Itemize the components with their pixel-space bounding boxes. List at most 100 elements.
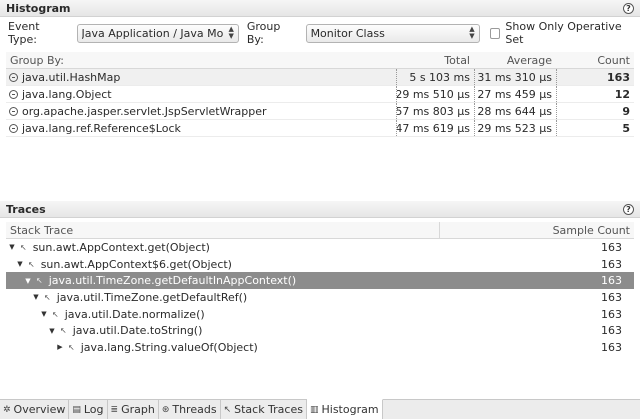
expanded-triangle-icon[interactable]: ▼ xyxy=(40,310,48,318)
graph-icon: ≣ xyxy=(110,404,119,415)
overview-icon: ✲ xyxy=(3,404,11,415)
monitor-class-icon xyxy=(9,89,18,99)
trace-row[interactable]: ▼ ↖ java.util.TimeZone.getDefaultInAppCont… xyxy=(6,272,634,290)
tab-overview[interactable]: ✲ Overview xyxy=(0,400,70,419)
group-by-label: Group By: xyxy=(246,20,281,46)
group-by-value: Monitor Class xyxy=(310,26,385,40)
trace-row[interactable]: ▼ ↖ java.util.Date.normalize() 163 xyxy=(6,306,634,323)
row-name: java.lang.Object xyxy=(22,87,112,101)
row-name: org.apache.jasper.servlet.JspServletWrap… xyxy=(22,104,267,118)
row-group-cell: java.util.HashMap xyxy=(6,69,396,85)
traces-table-header: Stack Trace Sample Count xyxy=(6,222,634,239)
histogram-toolbar: Event Type: Java Application / Java Moni… xyxy=(0,20,640,46)
monitor-class-icon xyxy=(9,106,18,116)
row-count: 163 xyxy=(556,69,634,85)
tab-label: Histogram xyxy=(321,403,379,416)
group-by-select[interactable]: Monitor Class ▲ ▼ xyxy=(305,23,480,43)
tab-threads[interactable]: ⊛ Threads xyxy=(159,400,221,419)
stack-frame-icon: ↖ xyxy=(68,342,75,352)
only-operative-checkbox[interactable] xyxy=(489,27,501,39)
event-type-value: Java Application / Java Monitc xyxy=(81,26,224,40)
trace-frame-name: java.util.Date.toString() xyxy=(72,324,203,338)
table-row[interactable]: java.lang.Object 329 ms 510 µs 27 ms 459 µ… xyxy=(6,86,634,103)
trace-row[interactable]: ▼ ↖ sun.awt.AppContext.get(Object) 163 xyxy=(6,239,634,256)
col-count[interactable]: Count xyxy=(556,52,634,68)
trace-sample-count: 163 xyxy=(601,240,622,254)
stack-frame-icon: ↖ xyxy=(60,326,67,336)
trace-sample-count: 163 xyxy=(601,274,622,288)
row-total: 329 ms 510 µs xyxy=(396,86,474,102)
trace-sample-count: 163 xyxy=(601,257,622,271)
row-total: 147 ms 619 µs xyxy=(396,120,474,136)
col-average[interactable]: Average xyxy=(474,52,556,68)
tab-histogram[interactable]: ▥ Histogram xyxy=(306,399,383,419)
help-icon[interactable]: ? xyxy=(623,3,634,14)
trace-row[interactable]: ▼ ↖ sun.awt.AppContext$6.get(Object) 163 xyxy=(6,256,634,273)
tab-stack-traces[interactable]: ↖ Stack Traces xyxy=(221,400,307,419)
monitor-class-icon xyxy=(9,72,18,82)
tab-log[interactable]: ▤ Log xyxy=(69,400,108,419)
trace-row[interactable]: ▼ ↖ java.util.TimeZone.getDefaultRef() 163 xyxy=(6,289,634,306)
row-count: 5 xyxy=(556,120,634,136)
stack-traces-icon: ↖ xyxy=(223,404,232,415)
row-count: 9 xyxy=(556,103,634,119)
col-total[interactable]: Total xyxy=(396,52,474,68)
tab-graph[interactable]: ≣ Graph xyxy=(108,400,159,419)
row-name: java.lang.ref.Reference$Lock xyxy=(22,121,181,135)
trace-frame-name: java.util.TimeZone.getDefaultRef() xyxy=(56,290,248,304)
select-arrows-icon: ▲ ▼ xyxy=(228,24,234,40)
row-name: java.util.HashMap xyxy=(22,70,121,84)
expanded-triangle-icon[interactable]: ▼ xyxy=(24,277,32,285)
trace-frame-name: sun.awt.AppContext$6.get(Object) xyxy=(40,257,232,271)
expanded-triangle-icon[interactable]: ▼ xyxy=(48,327,56,335)
row-average: 28 ms 644 µs xyxy=(474,103,556,119)
stack-frame-icon: ↖ xyxy=(36,276,43,286)
traces-table: Stack Trace Sample Count ▼ ↖ sun.awt.AppCo… xyxy=(6,222,634,356)
threads-icon: ⊛ xyxy=(161,404,170,415)
tab-label: Threads xyxy=(172,403,217,416)
row-total: 257 ms 803 µs xyxy=(396,103,474,119)
expanded-triangle-icon[interactable]: ▼ xyxy=(32,293,40,301)
table-row[interactable]: java.lang.ref.Reference$Lock 147 ms 619 µ… xyxy=(6,120,634,137)
histogram-title: Histogram xyxy=(6,1,71,15)
tab-label: Stack Traces xyxy=(234,403,303,416)
table-row[interactable]: org.apache.jasper.servlet.JspServletWrap… xyxy=(6,103,634,120)
col-sample-count[interactable]: Sample Count xyxy=(440,222,634,238)
row-average: 31 ms 310 µs xyxy=(474,69,556,85)
row-group-cell: java.lang.Object xyxy=(6,86,396,102)
select-arrows-icon: ▲ ▼ xyxy=(469,24,475,40)
trace-sample-count: 163 xyxy=(601,340,622,354)
histogram-icon: ▥ xyxy=(309,404,319,415)
tab-label: Overview xyxy=(13,403,66,416)
trace-sample-count: 163 xyxy=(601,290,622,304)
row-group-cell: org.apache.jasper.servlet.JspServletWrap… xyxy=(6,103,396,119)
row-total: 5 s 103 ms xyxy=(396,69,474,85)
event-type-label: Event Type: xyxy=(8,20,40,46)
expanded-triangle-icon[interactable]: ▼ xyxy=(16,260,24,268)
col-group-by[interactable]: Group By: xyxy=(6,52,396,68)
editor-tab-bar: ✲ Overview ▤ Log ≣ Graph ⊛ Threads ↖ Stack Traces… xyxy=(0,399,640,419)
expanded-triangle-icon[interactable]: ▼ xyxy=(8,243,16,251)
trace-row[interactable]: ▶ ↖ java.lang.String.valueOf(Object) 163 xyxy=(6,339,634,356)
histogram-header: Histogram ? xyxy=(0,0,640,17)
traces-title: Traces xyxy=(6,202,46,216)
traces-header: Traces ? xyxy=(0,201,640,218)
stack-frame-icon: ↖ xyxy=(28,259,35,269)
row-average: 29 ms 523 µs xyxy=(474,120,556,136)
trace-frame-name: java.lang.String.valueOf(Object) xyxy=(80,340,258,354)
trace-sample-count: 163 xyxy=(601,324,622,338)
event-type-select[interactable]: Java Application / Java Monitc ▲▼ xyxy=(76,23,239,43)
stack-frame-icon: ↖ xyxy=(52,309,59,319)
table-row[interactable]: java.util.HashMap 5 s 103 ms 31 ms 310 µs 1… xyxy=(6,69,634,86)
trace-frame-name: java.util.Date.normalize() xyxy=(64,307,205,321)
col-stack-trace[interactable]: Stack Trace xyxy=(6,222,440,238)
trace-row[interactable]: ▼ ↖ java.util.Date.toString() 163 xyxy=(6,322,634,339)
collapsed-triangle-icon[interactable]: ▶ xyxy=(56,343,64,351)
histogram-table: Group By: Total Average Count java.util.… xyxy=(6,52,634,137)
trace-sample-count: 163 xyxy=(601,307,622,321)
only-operative-label: Show Only Operative Set xyxy=(505,20,622,46)
trace-frame-name: java.util.TimeZone.getDefaultInAppContex… xyxy=(48,274,297,288)
help-icon[interactable]: ? xyxy=(623,204,634,215)
stack-frame-icon: ↖ xyxy=(44,292,51,302)
row-count: 12 xyxy=(556,86,634,102)
